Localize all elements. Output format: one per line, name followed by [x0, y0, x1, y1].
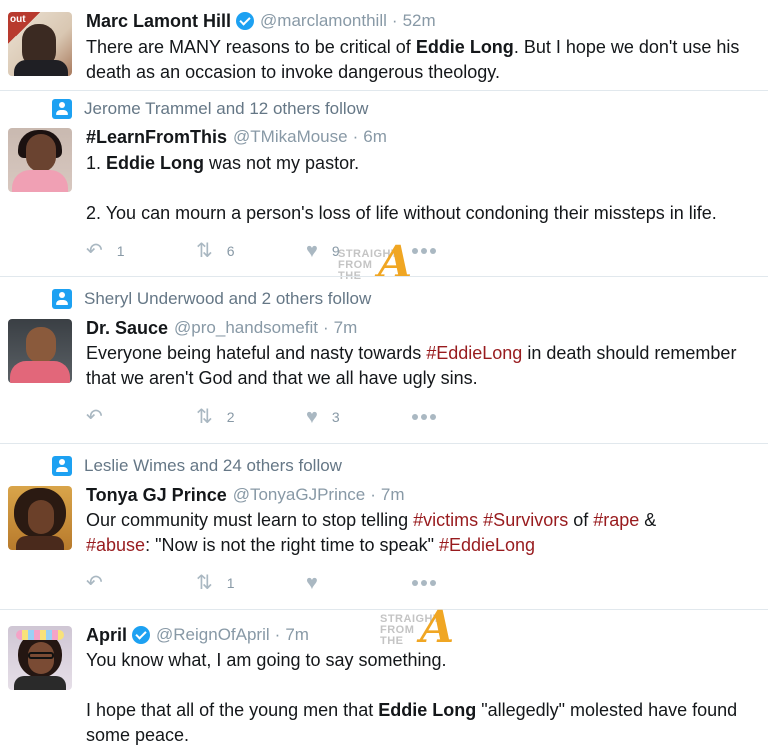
heart-icon: ♥: [306, 572, 318, 594]
mention-name: Eddie Long: [106, 153, 205, 173]
retweet-count: 6: [226, 243, 235, 259]
tweet-text: 1. Eddie Long was not my pastor. 2. You c…: [86, 151, 762, 226]
author-name[interactable]: #LearnFromThis: [86, 127, 227, 148]
divider: [0, 443, 768, 444]
like-button[interactable]: ♥ 3: [306, 406, 340, 428]
tweet-text: Everyone being hateful and nasty towards…: [86, 341, 762, 391]
retweet-icon: ⇅: [196, 572, 213, 594]
author-name[interactable]: Tonya GJ Prince: [86, 485, 227, 506]
reply-button[interactable]: ↶ 1: [86, 240, 125, 262]
hashtag-link[interactable]: #victims: [413, 510, 478, 530]
watermark-logo: STRAIGHT FROM THE A: [338, 237, 413, 288]
tweet-time[interactable]: 52m: [403, 11, 436, 31]
reply-icon: ↶: [86, 406, 103, 428]
tweet-actions: ↶ ⇅ 2 ♥ 3: [86, 406, 506, 428]
retweet-icon: ⇅: [196, 240, 213, 262]
text-segment: : "Now is not the right time to speak": [145, 535, 439, 555]
author-name[interactable]: April: [86, 625, 127, 646]
text-segment: 1.: [86, 153, 107, 173]
retweet-button[interactable]: ⇅ 2: [196, 406, 235, 428]
verified-badge-icon: [236, 12, 255, 30]
author-name[interactable]: Dr. Sauce: [86, 318, 168, 339]
tweet-time[interactable]: 7m: [334, 318, 358, 338]
tweet-text: There are MANY reasons to be critical of…: [86, 35, 762, 85]
avatar[interactable]: [8, 128, 72, 192]
more-button[interactable]: [412, 572, 436, 594]
retweet-count: 1: [226, 575, 235, 591]
heart-icon: ♥: [306, 240, 318, 262]
hashtag-link[interactable]: #rape: [593, 510, 639, 530]
divider: [0, 276, 768, 277]
reply-button[interactable]: ↶: [86, 572, 117, 594]
like-count: 3: [331, 409, 340, 425]
retweet-button[interactable]: ⇅ 6: [196, 240, 235, 262]
hashtag-link[interactable]: #Survivors: [483, 510, 568, 530]
author-handle[interactable]: @marclamonthill: [260, 11, 387, 31]
social-context[interactable]: Sheryl Underwood and 2 others follow: [84, 289, 371, 309]
author-handle[interactable]: @TMikaMouse: [233, 127, 348, 147]
hashtag-link[interactable]: #abuse: [86, 535, 145, 555]
author-handle[interactable]: @pro_handsomefit: [174, 318, 318, 338]
reply-button[interactable]: ↶: [86, 406, 117, 428]
hashtag-link[interactable]: #EddieLong: [426, 343, 522, 363]
heart-icon: ♥: [306, 406, 318, 428]
person-icon: [52, 99, 72, 119]
person-icon: [52, 456, 72, 476]
reply-icon: ↶: [86, 240, 103, 262]
watermark-logo: STRAIGHT FROM THE A: [380, 602, 455, 653]
tweet-time[interactable]: 6m: [363, 127, 387, 147]
text-segment: of: [568, 510, 594, 530]
mention-name: Eddie Long: [415, 37, 514, 57]
divider: [0, 609, 768, 610]
tweet-actions: ↶ 1 ⇅ 6 ♥ 9: [86, 240, 506, 262]
like-button[interactable]: ♥ 9: [306, 240, 340, 262]
tweet-time[interactable]: 7m: [285, 625, 309, 645]
avatar-tag-text: out: [10, 14, 26, 25]
avatar[interactable]: [8, 626, 72, 690]
more-icon: [412, 414, 418, 420]
tweet-text: Our community must learn to stop telling…: [86, 508, 762, 558]
more-icon: [412, 580, 418, 586]
text-segment: was not my pastor.: [204, 153, 360, 173]
retweet-button[interactable]: ⇅ 1: [196, 572, 235, 594]
retweet-icon: ⇅: [196, 406, 213, 428]
text-segment: Our community must learn to stop telling: [86, 510, 414, 530]
text-segment: I hope that all of the young men that: [86, 700, 379, 720]
social-context[interactable]: Jerome Trammel and 12 others follow: [84, 99, 368, 119]
hashtag-link[interactable]: #EddieLong: [439, 535, 535, 555]
author-handle[interactable]: @TonyaGJPrince: [233, 485, 366, 505]
text-segment: There are MANY reasons to be critical of: [86, 37, 416, 57]
social-context[interactable]: Leslie Wimes and 24 others follow: [84, 456, 342, 476]
retweet-count: 2: [226, 409, 235, 425]
avatar[interactable]: out: [8, 12, 72, 76]
mention-name: Eddie Long: [378, 700, 477, 720]
avatar[interactable]: [8, 486, 72, 550]
author-handle[interactable]: @ReignOfApril: [156, 625, 270, 645]
text-segment: 2. You can mourn a person's loss of life…: [86, 203, 717, 223]
avatar[interactable]: [8, 319, 72, 383]
text-segment: Everyone being hateful and nasty towards: [86, 343, 427, 363]
tweet-time[interactable]: 7m: [381, 485, 405, 505]
tweet-text: You know what, I am going to say somethi…: [86, 648, 762, 748]
author-name[interactable]: Marc Lamont Hill: [86, 11, 231, 32]
more-button[interactable]: [412, 406, 436, 428]
like-button[interactable]: ♥: [306, 572, 332, 594]
tweet-actions: ↶ ⇅ 1 ♥: [86, 572, 506, 594]
reply-count: 1: [116, 243, 125, 259]
person-icon: [52, 289, 72, 309]
verified-badge-icon: [132, 626, 151, 644]
text-segment: &: [639, 510, 657, 530]
reply-icon: ↶: [86, 572, 103, 594]
divider: [0, 90, 768, 91]
